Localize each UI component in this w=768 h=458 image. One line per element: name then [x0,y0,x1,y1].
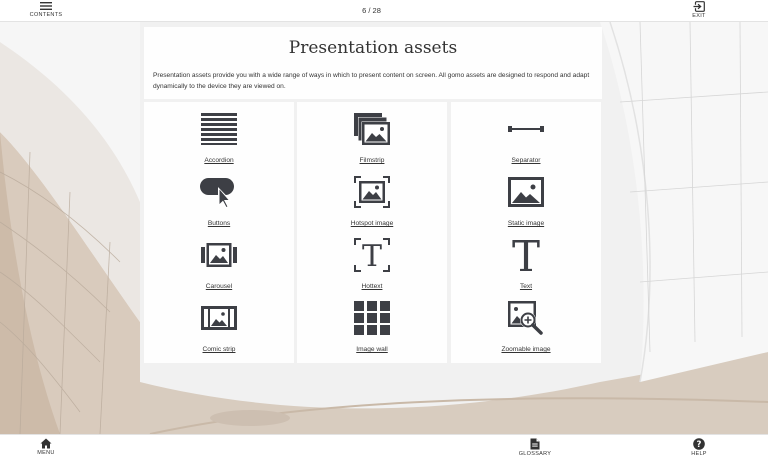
asset-label: Filmstrip [359,157,385,164]
glossary-button[interactable]: GLOSSARY [518,438,552,457]
asset-zoomable-image[interactable]: Zoomable image [451,299,601,359]
asset-label: Hotspot image [350,220,394,227]
asset-label: Comic strip [202,346,236,353]
top-bar: CONTENTS 6 / 28 EXIT [0,0,768,22]
exit-button[interactable]: EXIT [688,1,710,19]
asset-label: Zoomable image [501,346,551,353]
asset-filmstrip[interactable]: Filmstrip [297,110,447,170]
asset-label: Text [519,283,533,290]
asset-static-image[interactable]: Static image [451,173,601,233]
svg-text:?: ? [697,440,702,450]
comic-strip-icon [201,306,237,330]
asset-accordion[interactable]: Accordion [144,110,294,170]
asset-text[interactable]: T Text [451,236,601,296]
asset-label: Separator [511,157,541,164]
asset-label: Hottext [361,283,383,290]
asset-column-2: Filmstrip Hotspot image T Hottext Image … [297,102,447,363]
asset-buttons[interactable]: Buttons [144,173,294,233]
help-icon: ? [693,438,705,450]
intro-text: Presentation assets provide you with a w… [153,72,590,90]
asset-column-1: Accordion Buttons Carousel Comic strip [144,102,294,363]
help-button[interactable]: ? HELP [688,438,710,457]
help-label: HELP [691,451,707,457]
separator-icon [508,126,544,132]
hottext-icon: T [354,238,390,272]
carousel-icon [201,243,237,267]
asset-label: Image wall [356,346,388,353]
exit-label: EXIT [692,13,706,19]
asset-comic-strip[interactable]: Comic strip [144,299,294,359]
svg-text:T: T [512,237,540,273]
accordion-icon [201,113,237,145]
asset-label: Carousel [205,283,233,290]
document-icon [530,438,540,450]
text-icon: T [512,237,540,273]
asset-label: Buttons [207,220,231,227]
asset-label: Static image [507,220,545,227]
filmstrip-icon [354,113,390,145]
zoomable-image-icon [508,301,543,335]
asset-hotspot-image[interactable]: Hotspot image [297,173,447,233]
buttons-icon [200,178,234,209]
menu-label: MENU [37,450,55,456]
page-indicator: 6 / 28 [362,6,381,15]
asset-carousel[interactable]: Carousel [144,236,294,296]
page-title: Presentation assets [288,38,458,58]
intro-card: Presentation assets Presentation assets … [144,27,602,99]
asset-image-wall[interactable]: Image wall [297,299,447,359]
home-icon [40,438,52,449]
glossary-label: GLOSSARY [518,451,552,457]
asset-separator[interactable]: Separator [451,110,601,170]
exit-icon [693,1,705,12]
asset-label: Accordion [204,157,234,164]
image-wall-icon [354,301,390,335]
svg-text:T: T [362,239,382,272]
hotspot-image-icon [354,176,390,208]
asset-column-3: Separator Static image T Text Zoomable i… [451,102,601,363]
bottom-bar: MENU GLOSSARY ? HELP [0,434,768,458]
asset-hottext[interactable]: T Hottext [297,236,447,296]
static-image-icon [508,177,544,207]
menu-button[interactable]: MENU [34,438,58,456]
